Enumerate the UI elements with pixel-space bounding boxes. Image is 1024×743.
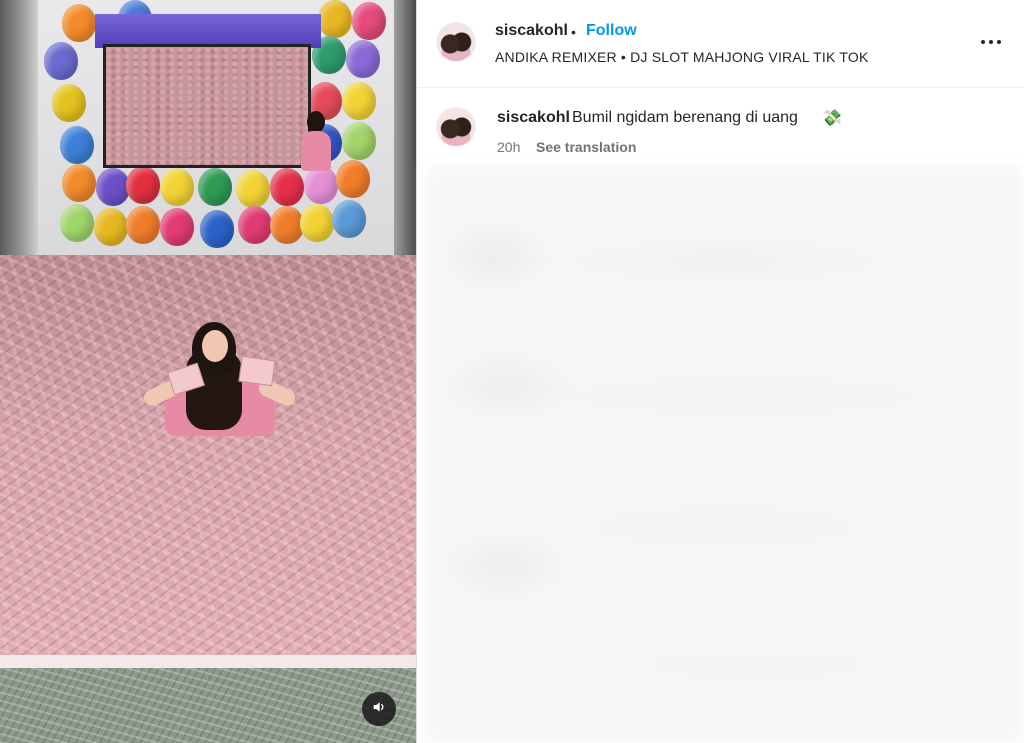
balloon — [332, 200, 366, 238]
person-face — [202, 330, 228, 362]
more-options-button[interactable] — [975, 28, 1007, 56]
balloon — [198, 168, 232, 206]
caption-username[interactable]: siscakohl — [497, 109, 570, 127]
balloon — [44, 42, 78, 80]
more-options-icon — [981, 40, 985, 44]
balloon — [200, 210, 234, 248]
balloon — [318, 0, 352, 38]
balloon — [238, 206, 272, 244]
caption-avatar[interactable] — [436, 107, 476, 147]
see-translation-button[interactable]: See translation — [536, 139, 636, 155]
balloon — [126, 206, 160, 244]
money-floor — [0, 668, 416, 743]
balloon — [60, 126, 94, 164]
header-username[interactable]: siscakohl — [495, 22, 568, 40]
balloon — [346, 40, 380, 78]
audio-label[interactable]: ANDIKA REMIXER • DJ SLOT MAHJONG VIRAL T… — [495, 49, 869, 65]
balloon — [352, 2, 386, 40]
tv-screen — [103, 44, 331, 171]
money-emoji: 💸 — [822, 110, 842, 127]
balloon — [160, 208, 194, 246]
caption-text: Bumil ngidam berenang di uang — [572, 109, 798, 126]
post-time[interactable]: 20h — [497, 139, 520, 155]
pool-edge — [0, 655, 416, 669]
balloon — [62, 4, 96, 42]
wall-shadow-left — [0, 0, 38, 258]
caption — [417, 88, 1024, 168]
balloon — [336, 160, 370, 198]
balloon — [236, 170, 270, 208]
balloon — [126, 166, 160, 204]
wall-shadow-right — [394, 0, 416, 258]
balloon — [270, 206, 304, 244]
money-pool — [0, 255, 416, 675]
screen-frame — [95, 14, 321, 48]
speaker-icon — [371, 699, 387, 720]
balloon — [96, 168, 130, 206]
background-wall — [0, 0, 416, 258]
balloon — [342, 82, 376, 120]
balloon — [52, 84, 86, 122]
balloon — [62, 164, 96, 202]
post-header — [417, 0, 1024, 88]
balloon — [60, 204, 94, 242]
balloon — [342, 122, 376, 160]
separator-dot: • — [571, 24, 576, 40]
cash-stack-right — [238, 355, 276, 387]
balloon — [270, 168, 304, 206]
balloon — [160, 168, 194, 206]
screen-person — [301, 111, 331, 173]
comments-area-blurred — [425, 166, 1024, 743]
sound-toggle-button[interactable] — [362, 692, 396, 726]
balloon — [300, 204, 334, 242]
avatar[interactable] — [436, 22, 476, 62]
post-media[interactable] — [0, 0, 416, 743]
follow-button[interactable]: Follow — [586, 22, 637, 40]
balloon — [94, 208, 128, 246]
